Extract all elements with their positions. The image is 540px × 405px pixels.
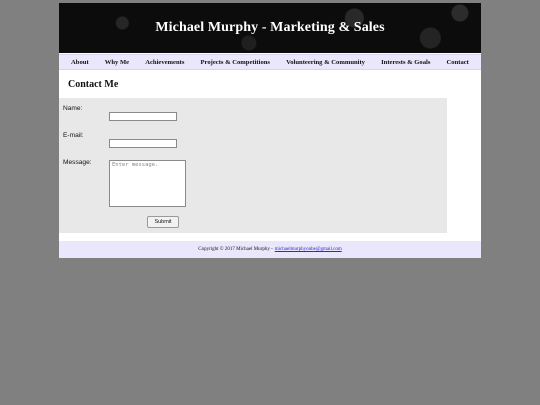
nav-item-achievements[interactable]: Achievements [145, 59, 184, 66]
main-nav: About Why Me Achievements Projects & Com… [59, 54, 481, 70]
footer-email-link[interactable]: michaelmurphyonbe@gmail.com [275, 247, 342, 252]
site-title: Michael Murphy - Marketing & Sales [155, 20, 385, 35]
copyright-text: Copyright © 2017 Michael Murphy - [198, 247, 273, 252]
nav-item-interests[interactable]: Interests & Goals [381, 59, 430, 66]
email-field[interactable] [109, 139, 177, 148]
footer: Copyright © 2017 Michael Murphy - michae… [59, 241, 481, 258]
message-field[interactable] [109, 160, 186, 207]
name-field[interactable] [109, 112, 177, 121]
nav-item-about[interactable]: About [71, 59, 89, 66]
nav-item-projects[interactable]: Projects & Competitions [201, 59, 270, 66]
page-title: Contact Me [68, 79, 119, 90]
contact-form: Name: E-mail: Message: Submit [59, 98, 447, 233]
submit-button[interactable]: Submit [147, 216, 179, 228]
nav-item-volunteering[interactable]: Volunteering & Community [286, 59, 365, 66]
message-label: Message: [63, 159, 92, 166]
nav-item-contact[interactable]: Contact [447, 59, 469, 66]
site-banner: Michael Murphy - Marketing & Sales [59, 3, 481, 53]
email-label: E-mail: [63, 132, 84, 139]
page-container: Michael Murphy - Marketing & Sales About… [59, 3, 481, 258]
name-label: Name: [63, 105, 83, 112]
nav-item-why-me[interactable]: Why Me [105, 59, 129, 66]
